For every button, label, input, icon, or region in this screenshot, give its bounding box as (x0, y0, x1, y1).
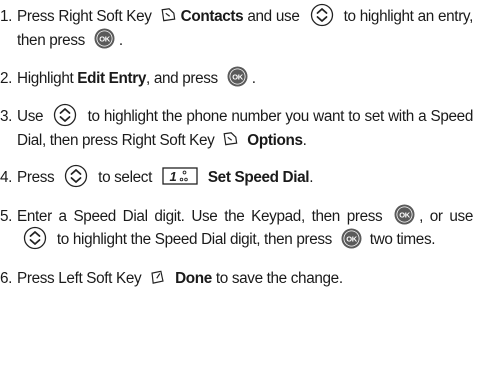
step-1: 1. Press Right Soft Key Contacts and use… (0, 3, 479, 52)
step-emphasis: Contacts (180, 8, 244, 26)
step-text: . (251, 70, 256, 87)
step-emphasis: Done (175, 270, 212, 287)
svg-text:OK: OK (399, 211, 410, 220)
ok-key-icon: OK (341, 228, 362, 249)
step-text: Enter a Speed Dial digit. Use the Keypad… (17, 208, 383, 225)
step-text: to highlight the Speed Dial digit, then … (56, 231, 332, 249)
step-4: 4. Press to select 1 Set Speed Dial. (0, 164, 479, 190)
step-text: , or use (419, 208, 474, 225)
step-text: to highlight the phone number you want t… (17, 108, 473, 149)
svg-text:OK: OK (99, 35, 110, 44)
navigation-key-icon (23, 226, 47, 250)
step-text: Highlight (17, 70, 74, 87)
step-number: 2. (0, 70, 13, 87)
right-soft-key-icon (223, 131, 238, 147)
step-text: Press Left Soft Key (17, 270, 142, 287)
step-emphasis: Options (247, 132, 303, 149)
step-text: and use (247, 8, 300, 26)
step-number: 6. (0, 270, 13, 287)
step-number: 1. (0, 8, 13, 25)
instruction-document: 1. Press Right Soft Key Contacts and use… (0, 0, 479, 382)
svg-text:OK: OK (232, 73, 243, 82)
step-text: . (302, 132, 307, 149)
step-number: 5. (0, 208, 13, 225)
step-6: 6. Press Left Soft Key Done to save the … (0, 267, 479, 290)
right-soft-key-icon (161, 7, 176, 23)
step-text: . (309, 169, 314, 187)
step-emphasis: Edit Entry (77, 70, 147, 87)
navigation-key-icon (64, 164, 88, 188)
left-soft-key-icon (150, 269, 166, 285)
step-text: . (118, 32, 123, 49)
step-2: 2. Highlight Edit Entry, and press OK . (0, 66, 479, 90)
navigation-key-icon (310, 3, 334, 27)
navigation-key-icon (53, 103, 77, 127)
step-3: 3. Use to highlight the phone number you… (0, 103, 479, 152)
ok-key-icon: OK (94, 28, 115, 49)
step-emphasis: Set Speed Dial (207, 169, 310, 187)
ok-key-icon: OK (227, 66, 248, 87)
step-5: 5. Enter a Speed Dial digit. Use the Key… (0, 204, 479, 252)
step-text: Use (17, 108, 44, 126)
step-text: to select (98, 169, 152, 187)
speed-dial-key-icon: 1 (162, 167, 198, 185)
step-text: , and press (146, 70, 218, 87)
step-number: 3. (0, 108, 13, 125)
svg-text:1: 1 (169, 169, 176, 184)
step-text: Press Right Soft Key (17, 8, 152, 26)
step-text: to save the change. (215, 270, 343, 287)
step-text: Press (17, 169, 55, 187)
svg-text:OK: OK (346, 234, 357, 243)
ok-key-icon: OK (394, 204, 415, 225)
step-text: two times. (369, 231, 436, 249)
step-number: 4. (0, 169, 13, 186)
steps-list: 1. Press Right Soft Key Contacts and use… (0, 3, 479, 290)
